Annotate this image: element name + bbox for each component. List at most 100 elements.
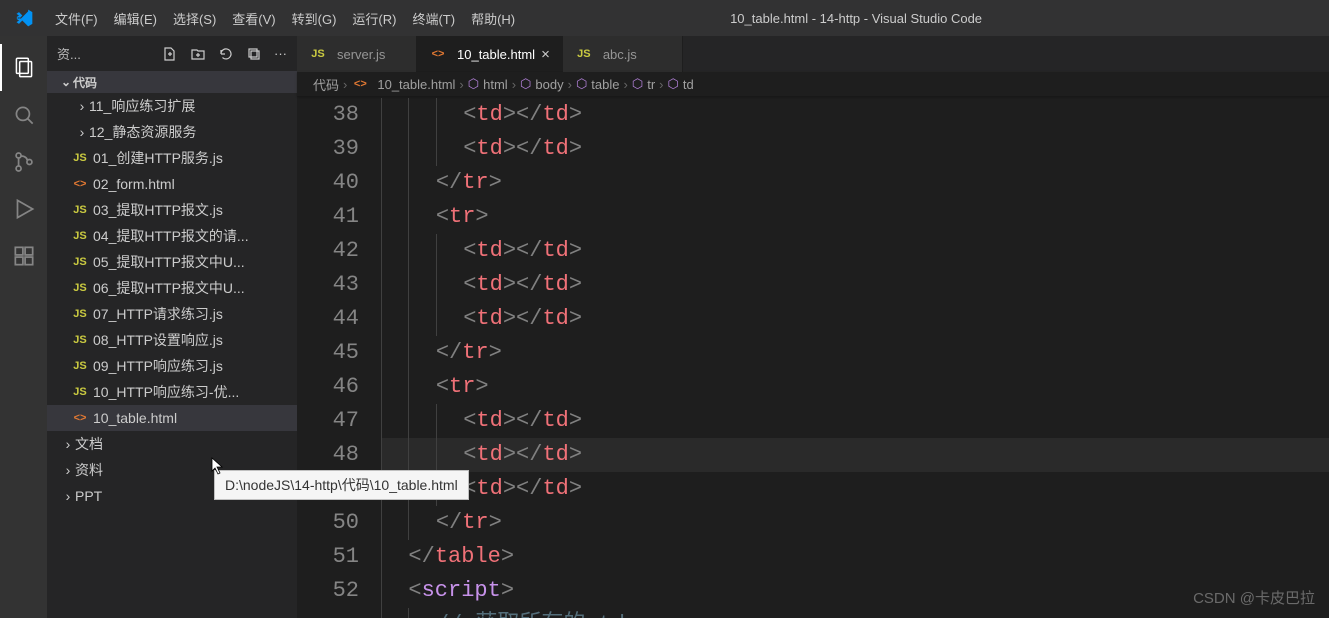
- code-line[interactable]: <script>: [381, 574, 1329, 608]
- editor-area: JSserver.js<>10_table.html×JSabc.js 代码›<…: [297, 36, 1329, 618]
- code-line[interactable]: <td></td>: [381, 438, 1329, 472]
- tree-folder[interactable]: ›文档: [47, 431, 297, 457]
- tree-file[interactable]: JS05_提取HTTP报文中U...: [47, 249, 297, 275]
- line-number: 44: [297, 302, 359, 336]
- close-icon[interactable]: ×: [541, 46, 550, 63]
- line-number: 38: [297, 98, 359, 132]
- menu-edit[interactable]: 编辑(E): [106, 0, 165, 36]
- source-control-icon[interactable]: [0, 138, 47, 185]
- code-line[interactable]: <td></td>: [381, 268, 1329, 302]
- js-file-icon: JS: [71, 334, 89, 346]
- html-file-icon: <>: [71, 178, 89, 190]
- activity-bar: [0, 36, 47, 618]
- js-file-icon: JS: [71, 256, 89, 268]
- new-folder-icon[interactable]: [190, 46, 206, 62]
- run-debug-icon[interactable]: [0, 185, 47, 232]
- chevron-right-icon: ›: [568, 77, 572, 92]
- line-number: 50: [297, 506, 359, 540]
- editor-tab[interactable]: JSserver.js: [297, 36, 417, 72]
- html-file-icon: <>: [71, 412, 89, 424]
- refresh-icon[interactable]: [218, 46, 234, 62]
- code-content[interactable]: <td></td> <td></td> </tr> <tr> <td></td>…: [381, 96, 1329, 618]
- code-line[interactable]: <tr>: [381, 200, 1329, 234]
- line-number: 47: [297, 404, 359, 438]
- editor-tab[interactable]: <>10_table.html×: [417, 36, 563, 72]
- folder-label: 文档: [75, 434, 103, 454]
- code-line[interactable]: <tr>: [381, 370, 1329, 404]
- tree-file[interactable]: <> 10_table.html: [47, 405, 297, 431]
- menu-file[interactable]: 文件(F): [47, 0, 106, 36]
- tree-file[interactable]: JS06_提取HTTP报文中U...: [47, 275, 297, 301]
- js-file-icon: JS: [71, 386, 89, 398]
- code-line[interactable]: // 获取所有的 td: [381, 608, 1329, 618]
- breadcrumbs[interactable]: 代码›<>10_table.html›⬡html›⬡body›⬡table›⬡t…: [297, 72, 1329, 96]
- file-label: 01_创建HTTP服务.js: [93, 148, 223, 168]
- file-label: 03_提取HTTP报文.js: [93, 200, 223, 220]
- chevron-right-icon: ›: [75, 124, 89, 140]
- code-line[interactable]: <td></td>: [381, 404, 1329, 438]
- vscode-logo-icon: [0, 8, 47, 28]
- search-icon[interactable]: [0, 91, 47, 138]
- code-line[interactable]: <td></td>: [381, 98, 1329, 132]
- tree-file[interactable]: JS04_提取HTTP报文的请...: [47, 223, 297, 249]
- code-line[interactable]: </tr>: [381, 506, 1329, 540]
- js-file-icon: JS: [71, 152, 89, 164]
- breadcrumb-item[interactable]: body: [535, 77, 563, 92]
- breadcrumb-item[interactable]: td: [683, 77, 694, 92]
- tab-label: abc.js: [603, 47, 637, 62]
- js-file-icon: JS: [71, 204, 89, 216]
- menu-terminal[interactable]: 终端(T): [404, 0, 463, 36]
- menu-go[interactable]: 转到(G): [284, 0, 345, 36]
- breadcrumb-item[interactable]: table: [591, 77, 619, 92]
- line-number: 48: [297, 438, 359, 472]
- breadcrumb-item[interactable]: tr: [647, 77, 655, 92]
- js-file-icon: JS: [575, 48, 593, 60]
- chevron-right-icon: ›: [659, 77, 663, 92]
- collapse-all-icon[interactable]: [246, 46, 262, 62]
- code-line[interactable]: <td></td>: [381, 132, 1329, 166]
- line-number: 45: [297, 336, 359, 370]
- folder-root[interactable]: ⌄ 代码: [47, 71, 297, 93]
- file-label: 04_提取HTTP报文的请...: [93, 226, 249, 246]
- explorer-icon[interactable]: [0, 44, 47, 91]
- breadcrumb-item[interactable]: 10_table.html: [377, 77, 455, 92]
- code-line[interactable]: <td></td>: [381, 472, 1329, 506]
- editor-tabs: JSserver.js<>10_table.html×JSabc.js: [297, 36, 1329, 72]
- chevron-right-icon: ›: [61, 436, 75, 452]
- code-line[interactable]: </tr>: [381, 166, 1329, 200]
- tree-folder[interactable]: ›11_响应练习扩展: [47, 93, 297, 119]
- tree-file[interactable]: JS10_HTTP响应练习-优...: [47, 379, 297, 405]
- explorer-sidebar: 资... ··· ⌄ 代码 ›11_响应练习扩展 ›12_静态资源服务 JS01…: [47, 36, 297, 618]
- line-number: 51: [297, 540, 359, 574]
- menu-view[interactable]: 查看(V): [224, 0, 283, 36]
- menu-help[interactable]: 帮助(H): [463, 0, 523, 36]
- tree-file[interactable]: JS07_HTTP请求练习.js: [47, 301, 297, 327]
- file-label: 10_table.html: [93, 410, 177, 426]
- line-number: 42: [297, 234, 359, 268]
- extensions-icon[interactable]: [0, 232, 47, 279]
- breadcrumb-item[interactable]: html: [483, 77, 508, 92]
- menu-run[interactable]: 运行(R): [344, 0, 404, 36]
- more-icon[interactable]: ···: [274, 46, 287, 62]
- code-line[interactable]: </table>: [381, 540, 1329, 574]
- tree-file[interactable]: <>02_form.html: [47, 171, 297, 197]
- code-line[interactable]: </tr>: [381, 336, 1329, 370]
- tree-file[interactable]: JS08_HTTP设置响应.js: [47, 327, 297, 353]
- code-line[interactable]: <td></td>: [381, 234, 1329, 268]
- tree-file[interactable]: JS09_HTTP响应练习.js: [47, 353, 297, 379]
- tree-file[interactable]: JS 01_创建HTTP服务.js: [47, 145, 297, 171]
- editor-tab[interactable]: JS abc.js: [563, 36, 683, 72]
- code-editor[interactable]: 383940414243444546474849505152 <td></td>…: [297, 96, 1329, 618]
- chevron-right-icon: ›: [75, 98, 89, 114]
- js-file-icon: JS: [71, 360, 89, 372]
- tab-label: 10_table.html: [457, 47, 535, 62]
- tree-file[interactable]: JS 03_提取HTTP报文.js: [47, 197, 297, 223]
- symbol-icon: ⬡: [632, 76, 643, 92]
- new-file-icon[interactable]: [162, 46, 178, 62]
- code-line[interactable]: <td></td>: [381, 302, 1329, 336]
- chevron-right-icon: ›: [512, 77, 516, 92]
- symbol-icon: ⬡: [576, 76, 587, 92]
- tree-folder[interactable]: ›12_静态资源服务: [47, 119, 297, 145]
- breadcrumb-item[interactable]: 代码: [313, 75, 339, 94]
- menu-selection[interactable]: 选择(S): [165, 0, 224, 36]
